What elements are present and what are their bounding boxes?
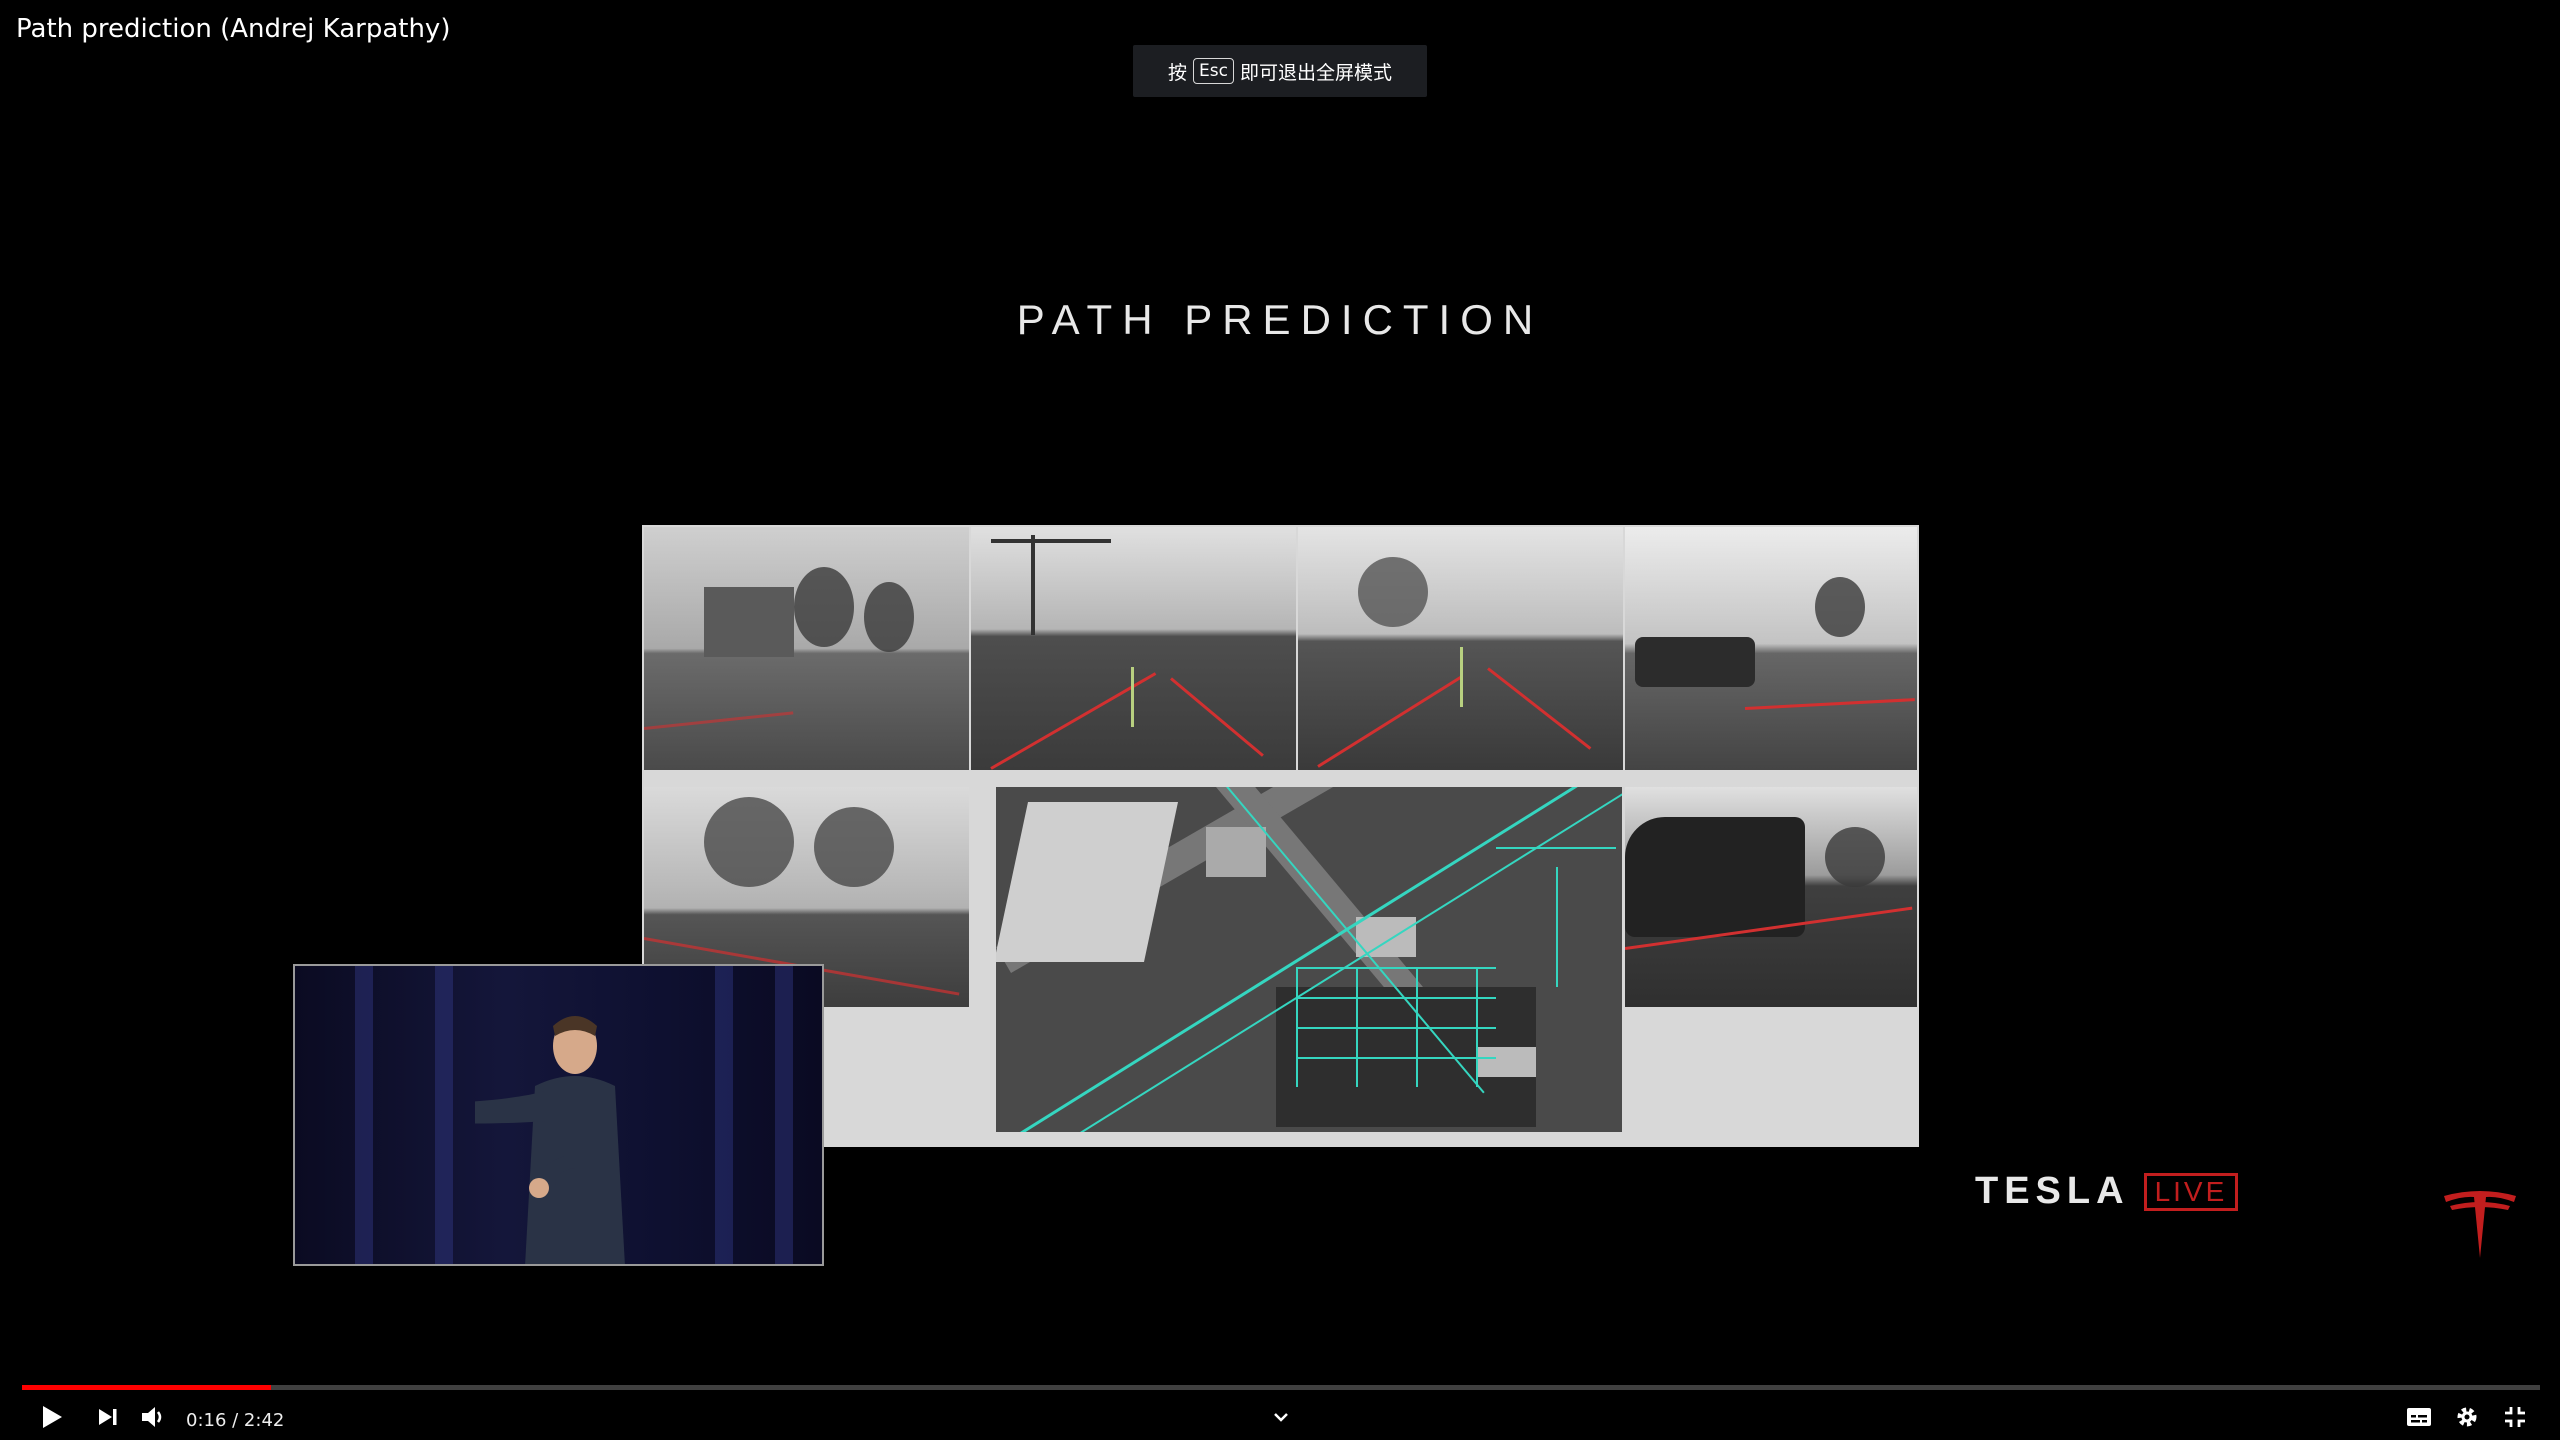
tesla-live-logo: TESLA LIVE [1975,1170,2239,1213]
progress-bar[interactable] [22,1385,2540,1390]
camera-view-left-pillar [644,527,969,770]
settings-button[interactable] [2450,1401,2484,1433]
map-view [996,787,1622,1132]
next-icon [99,1409,117,1425]
progress-played [22,1385,272,1390]
subtitles-button[interactable] [2402,1401,2436,1433]
tesla-wordmark: TESLA [1975,1170,2130,1212]
esc-toast-prefix: 按 [1168,61,1188,84]
camera-view-right-pillar [1625,527,1917,770]
camera-view-main [971,527,1296,770]
tesla-t-logo-icon [2444,1191,2516,1258]
esc-key: Esc [1193,58,1234,84]
play-button[interactable] [36,1401,68,1433]
play-icon [43,1406,62,1428]
camera-grid [642,525,1919,1147]
subtitles-icon [2407,1408,2431,1426]
time-display: 0:16 / 2:42 [186,1410,285,1431]
presenter-figure [475,1016,625,1264]
gear-icon [2457,1407,2477,1427]
chevron-down-icon [1274,1413,1288,1422]
chapters-button[interactable] [1266,1401,1296,1433]
esc-toast-suffix: 即可退出全屏模式 [1239,61,1392,84]
player-controls: 0:16 / 2:42 [0,1395,2560,1440]
camera-view-narrow [1298,527,1623,770]
video-title: Path prediction (Andrej Karpathy) [16,14,451,44]
esc-fullscreen-toast: 按 Esc 即可退出全屏模式 [1133,45,1427,97]
live-badge: LIVE [2143,1172,2239,1211]
volume-icon [142,1407,162,1427]
slide-title: PATH PREDICTION [1016,296,1544,343]
exit-fullscreen-icon [2505,1407,2525,1427]
exit-fullscreen-button[interactable] [2498,1401,2532,1433]
volume-button[interactable] [136,1401,170,1433]
next-button[interactable] [92,1401,124,1433]
camera-view-right-repeater [1625,787,1917,1007]
presenter-inset [293,964,824,1266]
